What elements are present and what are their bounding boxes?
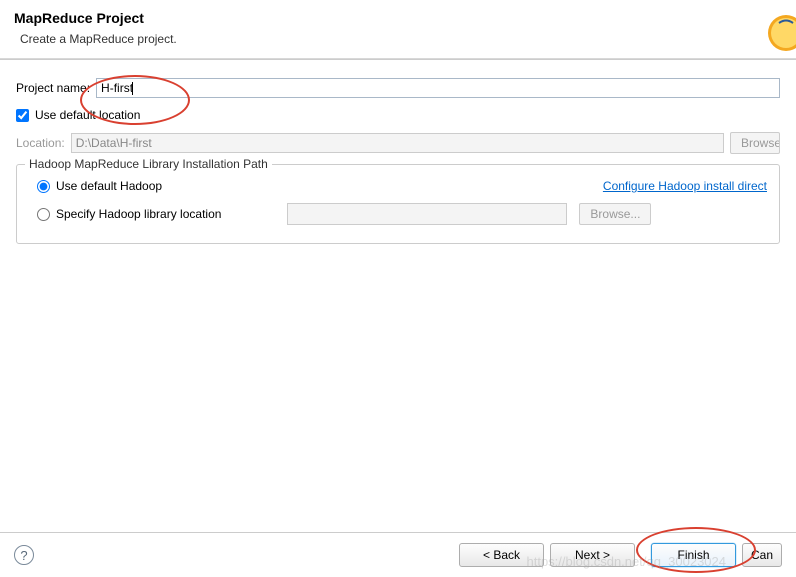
next-button[interactable]: Next > (550, 543, 635, 567)
use-default-hadoop-label: Use default Hadoop (56, 179, 162, 193)
specify-hadoop-label: Specify Hadoop library location (56, 207, 221, 221)
hadoop-library-path-input (287, 203, 567, 225)
cancel-button[interactable]: Can (742, 543, 782, 567)
browse-hadoop-button: Browse... (579, 203, 651, 225)
dialog-title: MapReduce Project (14, 10, 782, 26)
project-name-value: H-first (101, 81, 133, 95)
use-default-location-checkbox[interactable] (16, 109, 29, 122)
project-name-input[interactable]: H-first (96, 78, 780, 98)
wizard-icon (746, 8, 796, 58)
browse-location-button: Browse (730, 132, 780, 154)
hadoop-library-fieldset: Hadoop MapReduce Library Installation Pa… (16, 164, 780, 244)
use-default-hadoop-radio[interactable] (37, 180, 50, 193)
location-input (71, 133, 724, 153)
help-icon[interactable]: ? (14, 545, 34, 565)
specify-hadoop-radio[interactable] (37, 208, 50, 221)
use-default-location-label: Use default location (35, 108, 140, 122)
location-label: Location: (16, 136, 65, 150)
back-button[interactable]: < Back (459, 543, 544, 567)
dialog-subtitle: Create a MapReduce project. (20, 32, 782, 46)
project-name-label: Project name: (16, 81, 90, 95)
hadoop-library-legend: Hadoop MapReduce Library Installation Pa… (25, 157, 272, 171)
finish-button[interactable]: Finish (651, 543, 736, 567)
configure-hadoop-link[interactable]: Configure Hadoop install direct (603, 179, 767, 193)
